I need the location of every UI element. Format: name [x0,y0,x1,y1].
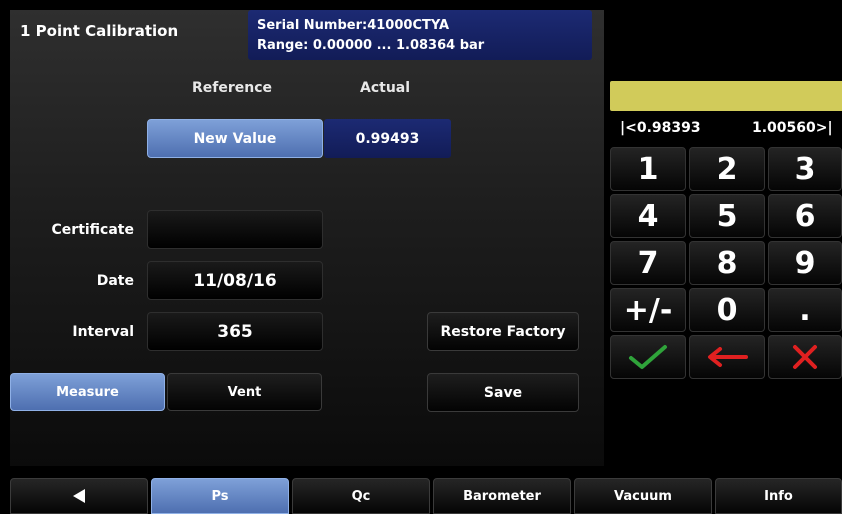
restore-factory-button[interactable]: Restore Factory [427,312,579,351]
back-tab-button[interactable] [10,478,148,514]
actual-column-header: Actual [360,80,411,96]
measure-button[interactable]: Measure [10,373,165,411]
date-label: Date [96,273,134,289]
key-0[interactable]: 0 [689,288,765,332]
key-5[interactable]: 5 [689,194,765,238]
x-icon [793,345,817,369]
key-4[interactable]: 4 [610,194,686,238]
actual-value-field: 0.99493 [324,119,451,158]
left-triangle-icon [73,489,85,503]
range-text: Range: 0.00000 ... 1.08364 bar [257,38,485,53]
key-9[interactable]: 9 [768,241,842,285]
left-arrow-icon [708,347,748,367]
range-min-label: |<0.98393 [620,120,701,136]
vent-button[interactable]: Vent [167,373,322,411]
interval-label: Interval [72,324,134,340]
tab-ps[interactable]: Ps [151,478,289,514]
key-3[interactable]: 3 [768,147,842,191]
certificate-label: Certificate [51,222,134,238]
key-plus-minus[interactable]: +/- [610,288,686,332]
key-8[interactable]: 8 [689,241,765,285]
range-max-label: 1.00560>| [752,120,833,136]
tab-info[interactable]: Info [715,478,842,514]
save-button[interactable]: Save [427,373,579,412]
tab-qc[interactable]: Qc [292,478,430,514]
tab-barometer[interactable]: Barometer [433,478,571,514]
accept-button[interactable] [610,335,686,379]
serial-info-box: Serial Number:41000CTYA Range: 0.00000 .… [248,10,592,60]
key-7[interactable]: 7 [610,241,686,285]
key-1[interactable]: 1 [610,147,686,191]
serial-number-text: Serial Number:41000CTYA [257,18,450,33]
new-value-button[interactable]: New Value [147,119,323,158]
cancel-button[interactable] [768,335,842,379]
checkmark-icon [629,345,667,369]
interval-field[interactable]: 365 [147,312,323,351]
date-field[interactable]: 11/08/16 [147,261,323,300]
key-2[interactable]: 2 [689,147,765,191]
key-decimal[interactable]: . [768,288,842,332]
certificate-field[interactable] [147,210,323,249]
backspace-button[interactable] [689,335,765,379]
tab-vacuum[interactable]: Vacuum [574,478,712,514]
keypad-display [610,81,842,111]
page-title: 1 Point Calibration [20,22,179,40]
reference-column-header: Reference [192,80,273,96]
key-6[interactable]: 6 [768,194,842,238]
